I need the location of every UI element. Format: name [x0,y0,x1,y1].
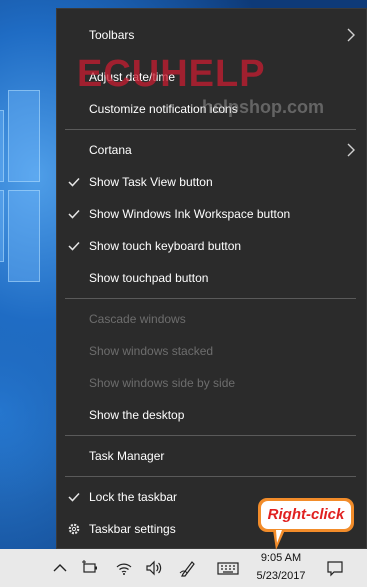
menu-item-show-windows-side-by-side: Show windows side by side [57,368,366,398]
taskbar [0,549,367,587]
menu-item-show-touchpad-button[interactable]: Show touchpad button [57,263,366,293]
chevron-right-icon [347,143,355,157]
menu-item-cortana[interactable]: Cortana [57,135,366,165]
window-logo-pane [8,90,40,182]
menu-separator [65,435,356,436]
menu-item-label: Show Windows Ink Workspace button [89,207,291,221]
menu-item-label: Taskbar settings [89,522,176,536]
menu-item-label: Cascade windows [89,312,186,326]
menu-separator [65,476,356,477]
menu-item-label: Task Manager [89,449,165,463]
menu-item-label: Toolbars [89,28,135,42]
window-logo-pane [0,110,4,182]
menu-item-show-windows-ink-workspace-button[interactable]: Show Windows Ink Workspace button [57,199,366,229]
callout-pointer-icon [273,530,285,550]
clock-time[interactable]: 9:05 AM [252,551,310,565]
watermark-site: helpshop.com [202,97,325,117]
keyboard-icon[interactable] [216,558,240,578]
menu-item-label: Show windows side by side [89,376,236,390]
checkmark-icon [68,209,80,219]
clock-date[interactable]: 5/23/2017 [252,569,310,583]
right-click-callout: Right-click [258,498,354,532]
watermark-brand: ECUHELP [77,53,266,95]
menu-separator [65,129,356,130]
menu-item-label: Show touchpad button [89,271,209,285]
menu-item-show-touch-keyboard-button[interactable]: Show touch keyboard button [57,231,366,261]
volume-icon[interactable] [144,558,164,578]
menu-item-show-windows-stacked: Show windows stacked [57,336,366,366]
menu-item-toolbars[interactable]: Toolbars [57,20,366,50]
menu-item-label: Lock the taskbar [89,490,178,504]
menu-item-label: Show touch keyboard button [89,239,242,253]
chevron-up-icon[interactable] [50,558,70,578]
menu-item-label: Show windows stacked [89,344,214,358]
gear-icon [68,523,80,535]
pen-icon[interactable] [178,558,198,578]
menu-item-label: Show the desktop [89,408,185,422]
checkmark-icon [68,241,80,251]
menu-item-label: Cortana [89,143,132,157]
battery-plug-icon[interactable] [80,558,100,578]
notification-icon[interactable] [325,558,345,578]
chevron-right-icon [347,28,355,42]
callout-label: Right-click [267,506,345,523]
checkmark-icon [68,177,80,187]
menu-item-show-the-desktop[interactable]: Show the desktop [57,400,366,430]
callout-box: Right-click [261,501,351,529]
menu-separator [65,298,356,299]
menu-item-task-manager[interactable]: Task Manager [57,441,366,471]
window-logo-pane [0,190,4,262]
menu-item-cascade-windows: Cascade windows [57,304,366,334]
window-logo-pane [8,190,40,282]
wifi-icon[interactable] [114,558,134,578]
checkmark-icon [68,492,80,502]
menu-item-show-task-view-button[interactable]: Show Task View button [57,167,366,197]
menu-item-label: Show Task View button [89,175,213,189]
